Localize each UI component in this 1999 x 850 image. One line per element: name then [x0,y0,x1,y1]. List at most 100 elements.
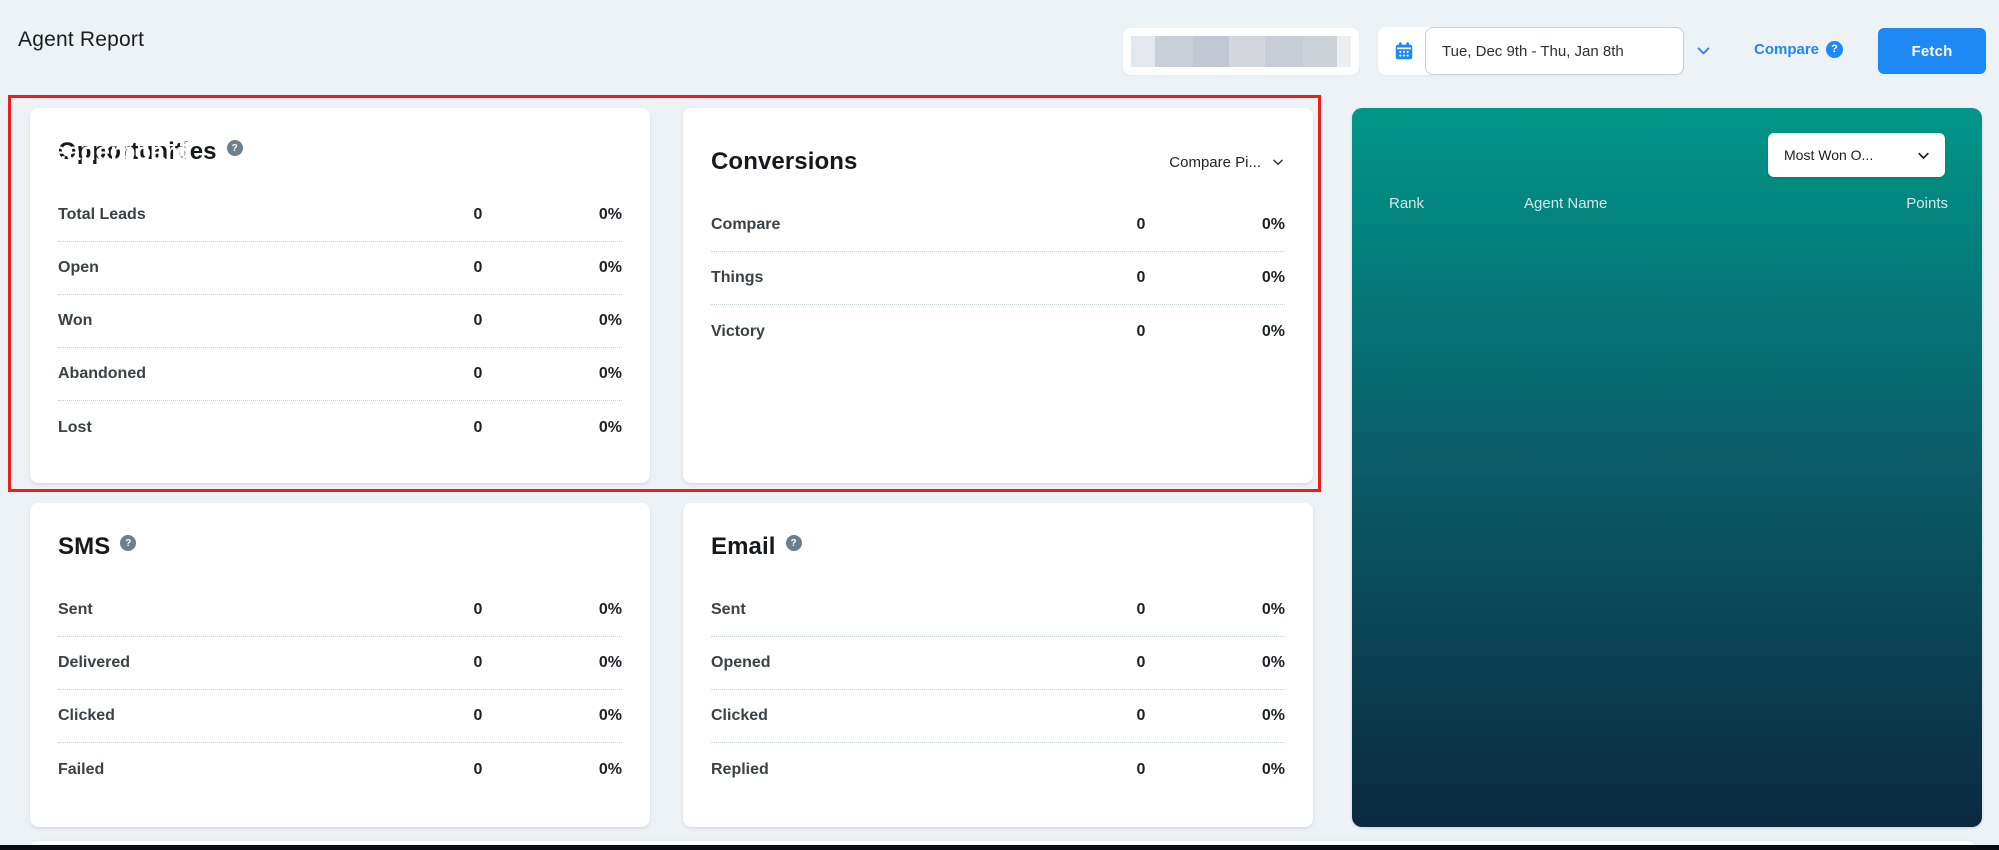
compare-pipeline-dropdown-label: Compare Pi... [1169,154,1261,171]
metric-label: Compare [711,216,1111,234]
metric-percent: 0% [1171,269,1285,287]
metric-percent: 0% [508,259,622,277]
metric-label: Open [58,259,448,277]
metric-percent: 0% [1171,707,1285,725]
leaderboard-column-points: Points [1906,195,1948,212]
metric-row: Delivered 0 0% [58,637,622,690]
metric-label: Victory [711,323,1111,341]
metric-value: 0 [448,259,508,277]
metric-percent: 0% [1171,654,1285,672]
metric-label: Failed [58,761,448,779]
metric-value: 0 [1111,707,1171,725]
email-title: Email [711,533,776,561]
help-icon[interactable]: ? [120,535,136,551]
metric-percent: 0% [508,312,622,330]
metric-percent: 0% [1171,761,1285,779]
chevron-down-icon [1695,42,1712,59]
metric-row: Won 0 0% [58,295,622,348]
metric-percent: 0% [508,707,622,725]
metric-value: 0 [448,419,508,437]
leaderboard-column-rank: Rank [1389,195,1524,212]
metric-percent: 0% [508,761,622,779]
redacted-block [1303,36,1337,67]
metric-percent: 0% [1171,323,1285,341]
metric-row: Open 0 0% [58,242,622,295]
redacted-block [1229,36,1265,67]
redacted-block [1193,36,1229,67]
compare-label: Compare [1754,41,1819,58]
sms-metrics-list: Sent 0 0% Delivered 0 0% Clicked 0 0% Fa… [58,584,622,796]
metric-percent: 0% [508,601,622,619]
metric-row: Sent 0 0% [711,584,1285,637]
chevron-down-icon [1916,148,1931,163]
metric-label: Abandoned [58,365,448,383]
metric-row: Lost 0 0% [58,401,622,454]
redacted-block [1155,36,1193,67]
metric-row: Opened 0 0% [711,637,1285,690]
sms-title: SMS [58,533,110,561]
redacted-account-selector[interactable] [1123,28,1359,75]
metric-value: 0 [448,365,508,383]
metric-label: Lost [58,419,448,437]
metric-row: Abandoned 0 0% [58,348,622,401]
sms-card-header: SMS ? [30,503,650,561]
metric-value: 0 [1111,601,1171,619]
chevron-down-icon [1271,155,1285,169]
leaderboard-metric-dropdown[interactable]: Most Won O... [1768,133,1945,177]
conversions-card: Conversions Compare Pi... Compare 0 0% T… [683,108,1313,483]
leaderboard-title: Leaderboard [37,138,191,167]
metric-percent: 0% [508,365,622,383]
calendar-icon [1393,40,1415,62]
calendar-button[interactable] [1391,38,1417,64]
metric-row: Compare 0 0% [711,199,1285,252]
leaderboard-metric-dropdown-label: Most Won O... [1784,147,1873,163]
metric-percent: 0% [1171,216,1285,234]
page-title: Agent Report [18,28,144,52]
metric-label: Sent [711,601,1111,619]
email-card-header: Email ? [683,503,1313,561]
opportunities-metrics-list: Total Leads 0 0% Open 0 0% Won 0 0% Aban… [58,189,622,454]
date-range-chevron-button[interactable] [1688,32,1718,68]
help-icon[interactable]: ? [1826,41,1843,58]
metric-label: Opened [711,654,1111,672]
help-icon[interactable]: ? [786,535,802,551]
date-range-picker[interactable]: Tue, Dec 9th - Thu, Jan 8th [1378,27,1684,75]
compare-pipeline-dropdown[interactable]: Compare Pi... [1169,154,1285,171]
metric-percent: 0% [508,419,622,437]
metric-percent: 0% [1171,601,1285,619]
metric-value: 0 [1111,323,1171,341]
leaderboard-column-headers: Rank Agent Name Points [1389,195,1948,212]
redacted-block [1265,36,1303,67]
metric-value: 0 [448,707,508,725]
redacted-block [1131,36,1155,67]
metric-value: 0 [448,206,508,224]
conversions-card-header: Conversions Compare Pi... [683,108,1313,176]
metric-value: 0 [1111,269,1171,287]
metric-label: Clicked [58,707,448,725]
metric-value: 0 [1111,216,1171,234]
metric-label: Won [58,312,448,330]
screenshot-bottom-edge [0,845,1999,850]
metric-percent: 0% [508,206,622,224]
metric-row: Failed 0 0% [58,743,622,796]
metric-label: Total Leads [58,206,448,224]
compare-button[interactable]: Compare ? [1754,31,1843,67]
date-range-value: Tue, Dec 9th - Thu, Jan 8th [1442,43,1624,60]
leaderboard-panel [1352,108,1982,827]
metric-value: 0 [448,761,508,779]
metric-percent: 0% [508,654,622,672]
email-card: Email ? Sent 0 0% Opened 0 0% Clicked 0 … [683,503,1313,827]
metric-row: Clicked 0 0% [58,690,622,743]
metric-value: 0 [448,312,508,330]
metric-row: Sent 0 0% [58,584,622,637]
metric-row: Things 0 0% [711,252,1285,305]
metric-label: Things [711,269,1111,287]
conversions-title: Conversions [711,148,857,176]
metric-label: Clicked [711,707,1111,725]
date-range-input[interactable]: Tue, Dec 9th - Thu, Jan 8th [1425,27,1684,75]
fetch-button[interactable]: Fetch [1878,28,1986,74]
metric-row: Victory 0 0% [711,305,1285,358]
conversions-metrics-list: Compare 0 0% Things 0 0% Victory 0 0% [711,199,1285,358]
metric-value: 0 [1111,761,1171,779]
help-icon[interactable]: ? [227,140,243,156]
